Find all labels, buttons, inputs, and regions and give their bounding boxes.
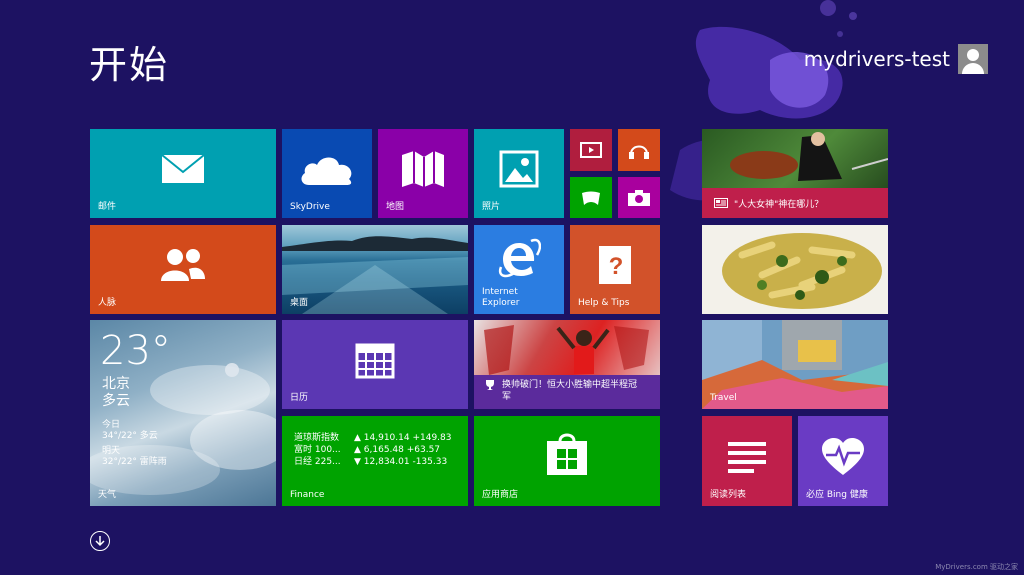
tile-health-label: 必应 Bing 健康	[806, 490, 868, 500]
tile-weather-label: 天气	[98, 490, 117, 500]
tile-video[interactable]	[570, 129, 612, 171]
calendar-icon	[355, 343, 395, 379]
help-book-icon: ?	[599, 246, 631, 285]
tile-skydrive[interactable]: SkyDrive	[282, 129, 372, 218]
tile-mail-label: 邮件	[98, 202, 117, 212]
tile-store-label: 应用商店	[482, 490, 519, 500]
tile-reading-list[interactable]: 阅读列表	[702, 416, 792, 506]
tile-news[interactable]: "人大女神"神在哪儿？	[702, 129, 888, 218]
weather-location: 北京 多云	[102, 376, 130, 410]
sports-headline: 换帅破门！恒大小胜输中超半程冠军	[502, 380, 638, 402]
weather-temperature: 23°	[100, 328, 171, 374]
map-icon	[402, 151, 444, 188]
food-pasta-image	[722, 233, 882, 309]
cloud-icon	[301, 157, 352, 186]
tile-mail[interactable]: 邮件	[90, 129, 276, 218]
user-name: mydrivers-test	[803, 47, 950, 71]
photo-icon	[499, 150, 539, 188]
tile-internet-explorer[interactable]: Internet Explorer	[474, 225, 564, 314]
weather-tomorrow-label: 明天	[102, 446, 121, 456]
weather-today-label: 今日	[102, 420, 121, 430]
tile-calendar[interactable]: 日历	[282, 320, 468, 409]
weather-condition: 多云	[102, 393, 130, 409]
xbox-icon	[582, 191, 600, 205]
weather-tomorrow-value: 32°/22° 雷阵雨	[102, 457, 167, 467]
tile-camera[interactable]	[618, 177, 660, 218]
tile-travel-label: Travel	[710, 393, 737, 403]
mail-icon	[161, 154, 205, 184]
tile-weather[interactable]: 23° 北京 多云 今日 34°/22° 多云 明天 32°/22° 雷阵雨 天…	[90, 320, 276, 506]
user-account[interactable]: mydrivers-test	[804, 44, 988, 74]
tile-music[interactable]	[618, 129, 660, 171]
tile-games[interactable]	[570, 177, 612, 218]
tile-sports[interactable]: 换帅破门！恒大小胜输中超半程冠军	[474, 320, 660, 409]
tile-finance[interactable]: 道琼斯指数 ▲ 14,910.14 +149.83 富时 100... ▲ 6,16…	[282, 416, 468, 506]
arrow-down-icon	[95, 536, 105, 547]
sports-headline-bar: 换帅破门！恒大小胜输中超半程冠军	[474, 375, 660, 409]
tile-help-tips-label: Help & Tips	[578, 298, 630, 308]
tile-maps[interactable]: 地图	[378, 129, 468, 218]
news-headline: "人大女神"神在哪儿？	[734, 199, 824, 210]
camera-icon	[628, 189, 650, 206]
tile-health[interactable]: 必应 Bing 健康	[798, 416, 888, 506]
tile-travel[interactable]: Travel	[702, 320, 888, 409]
video-icon	[580, 142, 602, 158]
heart-pulse-icon	[822, 437, 864, 475]
headphones-icon	[629, 145, 649, 159]
tile-finance-label: Finance	[290, 490, 325, 500]
weather-forecast: 今日 34°/22° 多云 明天 32°/22° 雷阵雨	[102, 420, 167, 468]
tile-desktop[interactable]: 桌面	[282, 225, 468, 314]
tile-people-label: 人脉	[98, 298, 117, 308]
tile-reading-list-label: 阅读列表	[710, 490, 747, 500]
reading-list-icon	[728, 441, 766, 473]
finance-row: 日经 225... ▼ 12,834.01 -135.33	[294, 457, 448, 467]
tile-photos[interactable]: 照片	[474, 129, 564, 218]
tile-desktop-label: 桌面	[290, 298, 309, 308]
desktop-wallpaper-image	[282, 236, 468, 314]
start-title: 开始	[89, 43, 170, 87]
tile-help-tips[interactable]: ? Help & Tips	[570, 225, 660, 314]
tile-photos-label: 照片	[482, 202, 501, 212]
weather-today-value: 34°/22° 多云	[102, 431, 158, 441]
svg-text:?: ?	[609, 253, 624, 280]
tile-store[interactable]: 应用商店	[474, 416, 660, 506]
tile-skydrive-label: SkyDrive	[290, 202, 330, 212]
store-bag-icon	[547, 433, 587, 475]
trophy-icon	[486, 380, 494, 390]
news-photo-image	[730, 132, 888, 181]
finance-row: 道琼斯指数 ▲ 14,910.14 +149.83	[294, 433, 452, 443]
news-icon	[714, 198, 728, 208]
finance-row: 富时 100... ▲ 6,165.48 +63.57	[294, 445, 441, 455]
news-headline-bar: "人大女神"神在哪儿？	[702, 188, 888, 218]
tile-food[interactable]	[702, 225, 888, 314]
tile-internet-explorer-label: Internet Explorer	[482, 287, 520, 308]
tile-maps-label: 地图	[386, 202, 405, 212]
people-icon	[161, 249, 205, 282]
weather-city: 北京	[102, 376, 130, 392]
all-apps-button[interactable]	[90, 531, 110, 551]
tile-people[interactable]: 人脉	[90, 225, 276, 314]
tile-calendar-label: 日历	[290, 393, 309, 403]
watermark: MyDrivers.com 驱动之家	[935, 563, 1018, 571]
internet-explorer-icon	[498, 238, 541, 277]
finance-indices: 道琼斯指数 ▲ 14,910.14 +149.83 富时 100... ▲ 6,16…	[294, 432, 451, 468]
user-avatar-icon	[958, 44, 988, 74]
sports-player-image	[484, 325, 649, 375]
